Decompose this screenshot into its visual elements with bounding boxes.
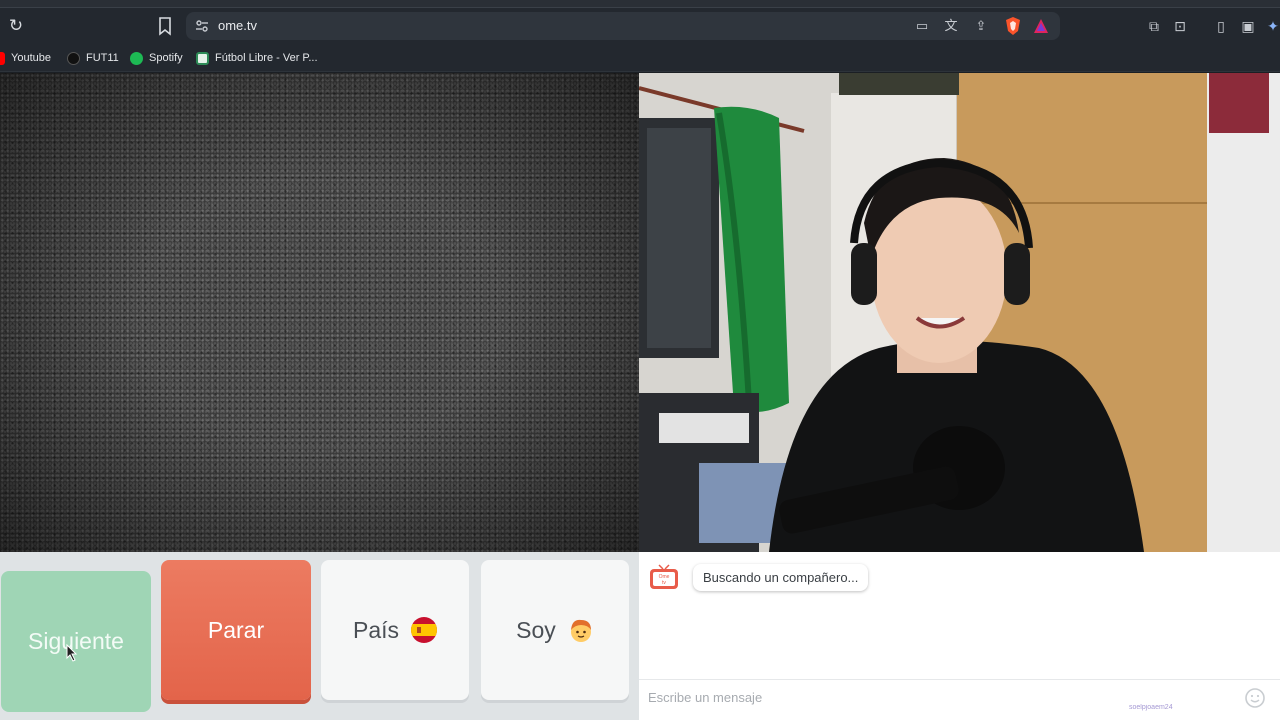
ometv-page: Siguiente Parar País Soy Ome tv Buscando…: [0, 73, 1280, 720]
bookmark-fut11[interactable]: FUT11: [67, 49, 119, 67]
brave-rewards-icon[interactable]: [1032, 17, 1050, 35]
fut11-icon: [67, 51, 80, 65]
bookmark-youtube[interactable]: Youtube: [0, 49, 51, 67]
spain-flag-icon: [411, 617, 438, 643]
video-noise-overlay: [0, 73, 639, 552]
wallet-icon[interactable]: ▣: [1239, 17, 1257, 35]
stop-button-label: Parar: [207, 616, 265, 643]
chat-panel: Ome tv Buscando un compañero... soelpjoa…: [639, 552, 1280, 720]
bookmarks-bar: Youtube FUT11 Spotify Fútbol Libre - Ver…: [0, 44, 1280, 72]
message-input-row: [639, 679, 1280, 714]
mouse-cursor-icon: [66, 644, 78, 662]
url-text[interactable]: ome.tv: [218, 18, 257, 33]
emoji-picker-icon[interactable]: [1244, 687, 1266, 709]
cast-icon[interactable]: ▭: [913, 17, 931, 35]
share-icon[interactable]: ⇪: [972, 17, 990, 35]
watermark-text: soelpjoaem24: [1129, 704, 1173, 711]
spotify-icon: [130, 51, 143, 65]
brave-shields-icon[interactable]: [1004, 16, 1022, 36]
message-input[interactable]: [648, 687, 1208, 707]
status-message-text: Buscando un compañero...: [703, 570, 859, 585]
browser-toolbar: ↻ ome.tv ▭ 文 ⇪ ⧉ ⊡ ▯ ▣ ✦: [0, 8, 1280, 44]
bookmark-spotify[interactable]: Spotify: [130, 49, 183, 67]
bookmark-label: Fútbol Libre - Ver P...: [215, 52, 318, 64]
youtube-icon: [0, 51, 5, 65]
country-filter-button[interactable]: País: [321, 560, 469, 700]
gender-button-label: Soy: [516, 616, 556, 643]
leo-ai-icon[interactable]: ✦: [1264, 17, 1280, 35]
next-button[interactable]: Siguiente: [1, 571, 151, 712]
sidebar-icon[interactable]: ▯: [1212, 17, 1230, 35]
svg-text:tv: tv: [662, 580, 666, 586]
bookmark-label: Spotify: [149, 52, 183, 64]
bookmark-label: Youtube: [11, 52, 51, 64]
self-camera-video: [639, 73, 1280, 552]
downloads-icon[interactable]: ⊡: [1171, 17, 1189, 35]
address-bar[interactable]: ome.tv ▭ 文 ⇪: [186, 12, 1060, 40]
site-settings-icon[interactable]: [194, 18, 210, 34]
country-button-label: País: [352, 616, 400, 643]
camera-scene: [639, 73, 1280, 552]
control-panel: Siguiente Parar País Soy: [0, 552, 639, 720]
ometv-logo-icon: Ome tv: [650, 564, 678, 589]
boy-emoji-icon: [570, 619, 591, 642]
bookmark-label: FUT11: [86, 52, 119, 64]
futbol-libre-icon: [196, 51, 209, 65]
gender-button[interactable]: Soy: [481, 560, 629, 700]
partner-video-static: [0, 73, 639, 552]
reload-icon[interactable]: ↻: [6, 16, 26, 36]
tab-strip: [0, 0, 1280, 8]
status-message-bubble: Buscando un compañero...: [693, 564, 869, 591]
translate-icon[interactable]: 文: [942, 17, 960, 35]
bookmark-icon[interactable]: [156, 16, 174, 36]
stop-button[interactable]: Parar: [161, 560, 311, 700]
extensions-icon[interactable]: ⧉: [1145, 17, 1163, 35]
bookmark-futbol-libre[interactable]: Fútbol Libre - Ver P...: [196, 49, 318, 67]
